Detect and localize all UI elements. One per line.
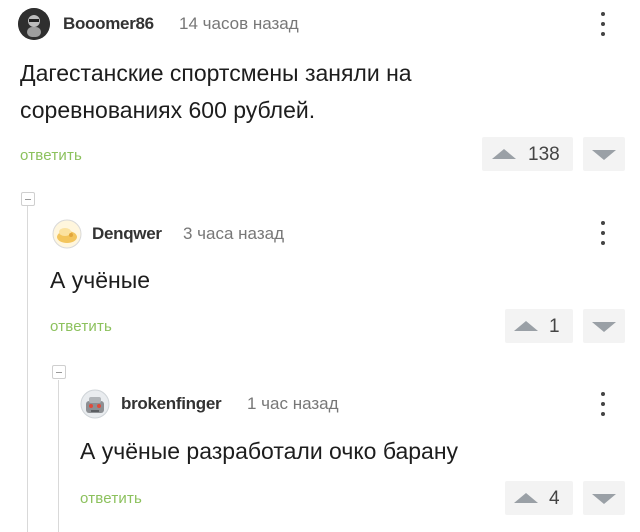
more-vertical-icon[interactable] xyxy=(600,12,606,42)
comment-text: А учёные xyxy=(50,262,610,299)
upvote-arrow-icon xyxy=(514,493,538,503)
username[interactable]: Denqwer xyxy=(92,224,162,244)
vote-score: 138 xyxy=(528,144,560,165)
reply-button[interactable]: ответить xyxy=(50,318,112,335)
comment-text-line: Дагестанские спортсмены заняли на xyxy=(20,60,412,86)
upvote-arrow-icon xyxy=(492,149,516,159)
vote-score: 1 xyxy=(549,316,560,337)
timestamp[interactable]: 1 час назад xyxy=(247,394,339,414)
comment-text: Дагестанские спортсмены заняли на соревн… xyxy=(20,55,620,129)
comment-text-line: соревнованиях 600 рублей. xyxy=(20,97,316,123)
vote-score: 4 xyxy=(549,488,560,509)
thread-line xyxy=(58,380,59,532)
reply-button[interactable]: ответить xyxy=(80,490,142,507)
more-vertical-icon[interactable] xyxy=(600,221,606,251)
user-avatar-icon[interactable] xyxy=(80,389,110,419)
timestamp[interactable]: 14 часов назад xyxy=(179,14,299,34)
collapse-thread-icon[interactable] xyxy=(21,192,35,206)
reply-button[interactable]: ответить xyxy=(20,147,82,164)
comment-text-line: А учёные xyxy=(50,267,151,293)
upvote-button[interactable]: 1 xyxy=(505,309,573,343)
user-avatar-icon[interactable] xyxy=(52,219,82,249)
comment-text: А учёные разработали очко барану xyxy=(80,433,620,470)
username[interactable]: Booomer86 xyxy=(63,14,154,34)
upvote-button[interactable]: 4 xyxy=(505,481,573,515)
downvote-button[interactable] xyxy=(583,137,625,171)
upvote-arrow-icon xyxy=(514,321,538,331)
downvote-arrow-icon xyxy=(592,494,616,504)
user-avatar-icon[interactable] xyxy=(18,8,50,40)
upvote-button[interactable]: 138 xyxy=(482,137,573,171)
collapse-thread-icon[interactable] xyxy=(52,365,66,379)
thread-line xyxy=(27,206,28,532)
downvote-button[interactable] xyxy=(583,481,625,515)
more-vertical-icon[interactable] xyxy=(600,392,606,422)
downvote-arrow-icon xyxy=(592,322,616,332)
timestamp[interactable]: 3 часа назад xyxy=(183,224,284,244)
downvote-arrow-icon xyxy=(592,150,616,160)
downvote-button[interactable] xyxy=(583,309,625,343)
username[interactable]: brokenfinger xyxy=(121,394,222,414)
comment-text-line: А учёные разработали очко барану xyxy=(80,438,459,464)
